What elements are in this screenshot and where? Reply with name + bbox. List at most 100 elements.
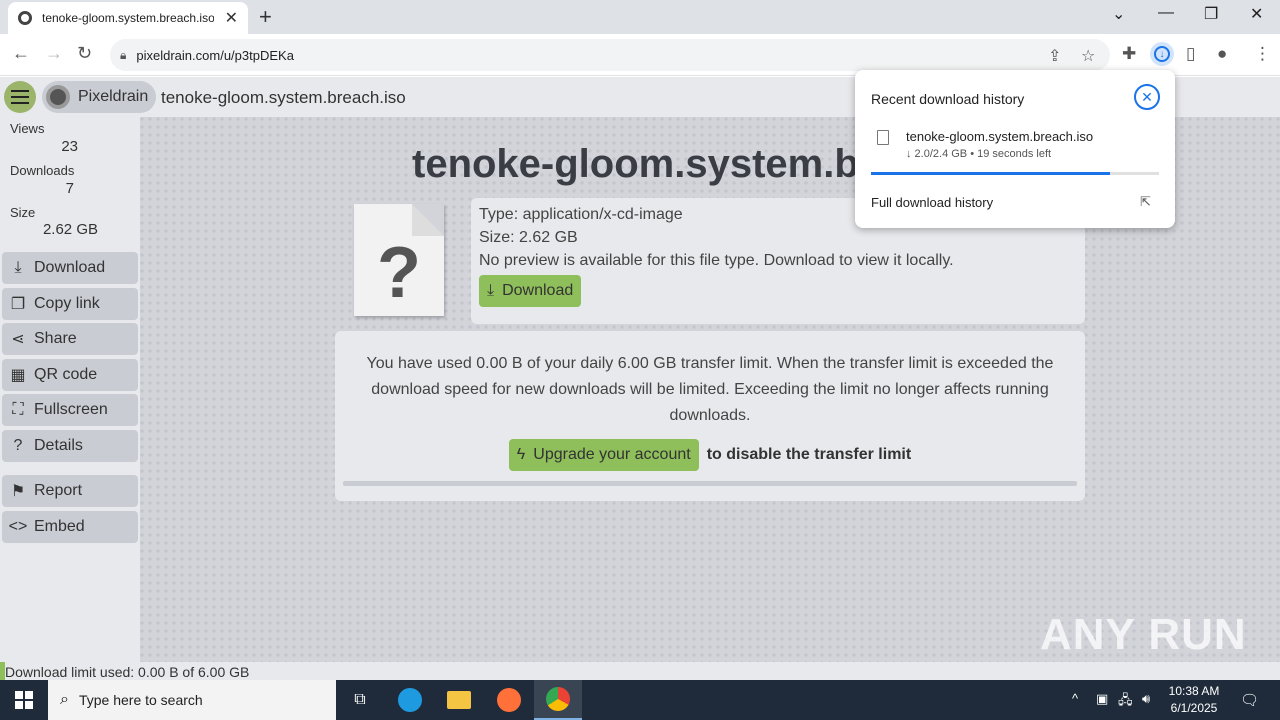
download-item-name[interactable]: tenoke-gloom.system.breach.iso [906, 129, 1093, 144]
search-placeholder: Type here to search [78, 692, 203, 708]
sidebar-button-label: Download [34, 259, 106, 276]
chrome-icon [546, 687, 570, 711]
fullscreen-icon: ⛶ [12, 401, 24, 418]
upgrade-tail-text: to disable the transfer limit [706, 446, 912, 463]
file-size: Size: 2.62 GB [479, 229, 578, 246]
close-popup-icon[interactable]: ✕ [1134, 84, 1160, 110]
downloads-icon[interactable]: ↓ [1150, 42, 1174, 66]
device-icon[interactable]: ▣ [1096, 691, 1108, 707]
notifications-icon[interactable]: 🗨︎ [1240, 691, 1259, 709]
network-icon[interactable]: 🖧︎ [1118, 691, 1133, 713]
stat-size-value: 2.62 GB [42, 221, 98, 238]
search-icon: ⌕ [60, 691, 69, 708]
transfer-usage-bar [343, 481, 1077, 486]
file-icon [877, 130, 889, 145]
volume-icon[interactable]: 🔊︎ [1142, 691, 1150, 707]
browser-tab[interactable]: tenoke-gloom.system.breach.iso ✕ [8, 2, 248, 34]
minimize-icon[interactable]: — [1158, 4, 1174, 22]
show-hidden-icons-icon[interactable]: ^ [1072, 691, 1078, 706]
sidebar-button-label: Share [34, 330, 77, 347]
sidebar-embed-button[interactable]: <> Embed [2, 511, 138, 543]
help-icon: ? [13, 437, 23, 454]
site-favicon-icon [18, 11, 32, 25]
lightning-icon: ϟ [516, 446, 526, 463]
upgrade-label: Upgrade your account [533, 446, 691, 463]
popup-heading: Recent download history [871, 91, 1025, 107]
sidebar: Views 23 Downloads 7 Size 2.62 GB ⤓ Down… [0, 117, 140, 662]
open-external-icon[interactable]: ⇱ [1140, 194, 1151, 210]
forward-icon[interactable]: → [45, 43, 63, 64]
upgrade-account-button[interactable]: ϟ Upgrade your account [508, 439, 699, 471]
header-file-name: tenoke-gloom.system.breach.iso [161, 88, 406, 107]
start-button[interactable] [0, 680, 48, 720]
edge-icon [398, 688, 422, 712]
download-history-popup: Recent download history ✕ tenoke-gloom.s… [855, 70, 1175, 228]
brand-name: Pixeldrain [78, 88, 149, 105]
extensions-icon[interactable]: ✚ [1122, 44, 1136, 64]
windows-logo-icon [15, 691, 33, 709]
side-panel-icon[interactable]: ▯ [1186, 44, 1195, 64]
full-download-history-link[interactable]: Full download history [871, 195, 993, 210]
file-explorer-taskbar-button[interactable] [435, 680, 483, 720]
tab-title: tenoke-gloom.system.breach.iso [42, 11, 214, 25]
copy-icon: ❐ [10, 296, 26, 313]
close-window-icon[interactable]: ✕ [1250, 4, 1263, 24]
task-view-icon: ⧉ [354, 691, 366, 708]
transfer-limit-text: You have used 0.00 B of your daily 6.00 … [366, 355, 1054, 424]
firefox-icon [497, 688, 521, 712]
pixeldrain-logo-icon [46, 85, 70, 109]
menu-toggle-button[interactable] [4, 81, 36, 113]
taskbar-search-box[interactable]: ⌕ Type here to search [48, 680, 336, 720]
code-icon: <> [8, 518, 28, 535]
stat-downloads-value: 7 [65, 180, 74, 197]
lock-icon[interactable]: 🔒︎ [120, 48, 126, 63]
viewer-file-title: tenoke-gloom.system.br [412, 142, 875, 186]
sidebar-report-button[interactable]: ⚑ Report [2, 475, 138, 507]
new-tab-icon[interactable]: + [259, 4, 272, 30]
flag-icon: ⚑ [10, 483, 26, 500]
chrome-taskbar-button[interactable] [534, 680, 582, 720]
url-text: pixeldrain.com/u/p3tpDEKa [136, 47, 294, 63]
browser-menu-icon[interactable]: ⋮ [1254, 44, 1271, 64]
share-icon: ⋖ [11, 331, 25, 348]
profile-avatar-icon[interactable]: ● [1217, 44, 1227, 64]
sidebar-qr-code-button[interactable]: ▦ QR code [2, 359, 138, 391]
reload-icon[interactable]: ↻ [77, 43, 92, 64]
windows-taskbar: ⌕ Type here to search ⧉ ^ ▣ 🖧︎ 🔊︎ 10:38 … [0, 680, 1280, 720]
download-icon: ⤓ [487, 282, 495, 299]
viewer-download-button[interactable]: ⤓ Download [479, 275, 582, 307]
sidebar-button-label: Details [34, 437, 83, 454]
download-progress-bar [871, 172, 1159, 175]
edge-taskbar-button[interactable] [386, 680, 434, 720]
pixeldrain-home-button[interactable]: Pixeldrain [42, 81, 156, 113]
tab-search-chevron-icon[interactable]: ⌄ [1112, 4, 1125, 24]
sidebar-button-label: Embed [34, 518, 85, 535]
sidebar-button-label: Copy link [34, 295, 100, 312]
sidebar-button-label: Fullscreen [34, 401, 108, 418]
task-view-button[interactable]: ⧉ [336, 680, 384, 720]
sidebar-share-button[interactable]: ⋖ Share [2, 323, 138, 355]
no-preview-message: No preview is available for this file ty… [479, 252, 954, 269]
taskbar-clock[interactable]: 10:38 AM 6/1/2025 [1160, 683, 1228, 717]
firefox-taskbar-button[interactable] [485, 680, 533, 720]
restore-icon[interactable]: ❐ [1204, 4, 1218, 24]
sidebar-download-button[interactable]: ⤓ Download [2, 252, 138, 284]
clock-time: 10:38 AM [1168, 684, 1220, 698]
bookmark-star-icon[interactable]: ☆ [1081, 46, 1095, 66]
close-tab-icon[interactable]: ✕ [225, 8, 238, 28]
back-icon[interactable]: ← [12, 43, 30, 64]
sidebar-fullscreen-button[interactable]: ⛶ Fullscreen [2, 394, 138, 426]
address-bar[interactable]: 🔒︎ pixeldrain.com/u/p3tpDEKa ⇪ ☆ [110, 39, 1110, 71]
download-progress-fill [871, 172, 1111, 175]
folder-icon [447, 691, 471, 709]
clock-date: 6/1/2025 [1170, 701, 1218, 715]
anyrun-watermark-logo: ANY RUN [1040, 610, 1247, 659]
sidebar-details-button[interactable]: ? Details [2, 430, 138, 462]
stat-views-label: Views [10, 121, 45, 136]
share-page-icon[interactable]: ⇪ [1048, 46, 1061, 66]
download-icon: ⤓ [14, 259, 22, 276]
download-limit-text: Download limit used: 0.00 B of 6.00 GB [5, 664, 250, 680]
unknown-file-icon: ? [354, 204, 444, 316]
qr-code-icon: ▦ [10, 367, 26, 384]
sidebar-copy-link-button[interactable]: ❐ Copy link [2, 288, 138, 320]
